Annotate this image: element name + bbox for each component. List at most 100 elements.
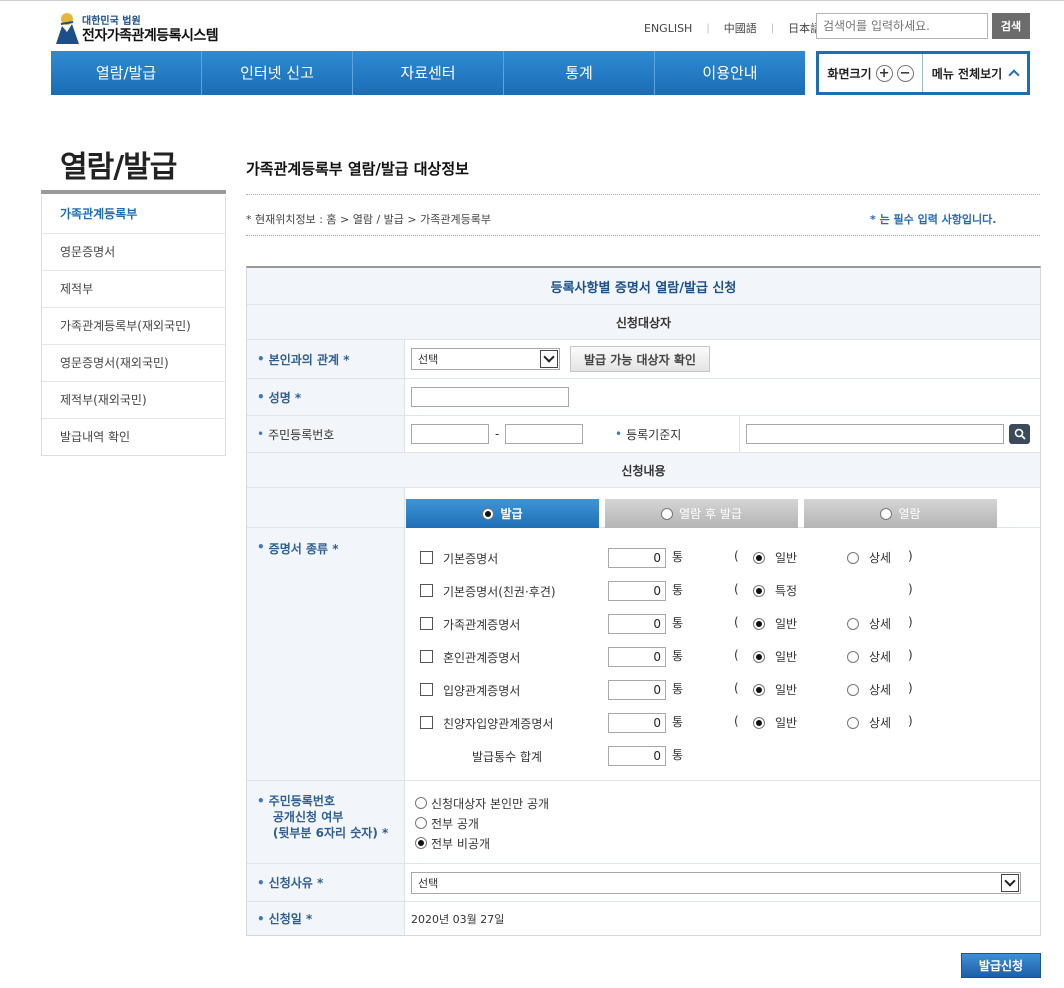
check-target-button[interactable]: 발급 가능 대상자 확인: [570, 346, 710, 372]
option-detail[interactable]: 상세: [847, 648, 891, 665]
sidebar-item-english-cert[interactable]: 영문증명서: [42, 233, 225, 270]
language-links: ENGLISH | 中國語 | 日本語: [630, 20, 835, 36]
relation-row: • 본인과의 관계 * 선택 발급 가능 대상자 확인: [247, 339, 1040, 378]
option-general[interactable]: 일반: [753, 648, 797, 665]
sidebar-item-removed-register-overseas[interactable]: 제적부(재외국민): [42, 381, 225, 418]
cert-checkbox[interactable]: [420, 683, 433, 696]
rrn-disclosure-options: 신청대상자 본인만 공개 전부 공개 전부 비공개: [405, 781, 1040, 863]
cert-item: 혼인관계증명서 0 통 ( 일반 상세 ): [405, 645, 1042, 667]
cert-checkbox[interactable]: [420, 551, 433, 564]
reason-row: • 신청사유 * 선택: [247, 863, 1040, 901]
sidebar-item-family-register[interactable]: 가족관계등록부: [42, 196, 225, 233]
rrn-option-self-only[interactable]: 신청대상자 본인만 공개: [415, 793, 1040, 813]
option-detail[interactable]: 상세: [847, 549, 891, 566]
relation-select[interactable]: 선택: [411, 348, 560, 370]
cert-checkbox[interactable]: [420, 650, 433, 663]
tab-view[interactable]: 열람: [804, 499, 997, 528]
lang-english[interactable]: ENGLISH: [630, 22, 706, 35]
cert-item: 친양자입양관계증명서 0 통 ( 일반 상세 ): [405, 711, 1042, 733]
name-input[interactable]: [411, 387, 569, 407]
lang-chinese[interactable]: 中國語: [710, 20, 771, 36]
option-detail[interactable]: 상세: [847, 615, 891, 632]
rrn-option-all-private[interactable]: 전부 비공개: [415, 833, 1040, 853]
name-label: • 성명 *: [247, 379, 405, 415]
tab-issue[interactable]: 발급: [406, 499, 599, 528]
option-general[interactable]: 일반: [753, 714, 797, 731]
relation-label: • 본인과의 관계 *: [247, 340, 405, 378]
submit-button[interactable]: 발급신청: [961, 953, 1041, 978]
search-input[interactable]: [816, 13, 988, 39]
menu-all-label: 메뉴 전체보기: [931, 66, 1003, 81]
content-heading: 신청내용: [247, 452, 1040, 487]
rrn-disclosure-row: • 주민등록번호 공개신청 여부 (뒷부분 6자리 숫자) * 신청대상자 본인…: [247, 780, 1040, 863]
cert-checkbox[interactable]: [420, 584, 433, 597]
cert-total-row: 발급통수 합계 0 통: [472, 746, 684, 766]
radio-icon: [482, 507, 495, 520]
search-button[interactable]: 검색: [992, 13, 1030, 39]
top-border: [0, 0, 1064, 1]
cert-item: 기본증명서 0 통 ( 일반 상세 ): [405, 546, 1042, 568]
rrn-back-input[interactable]: [505, 424, 584, 444]
search-icon[interactable]: [1009, 424, 1030, 444]
nav-internet-report[interactable]: 인터넷 신고: [202, 51, 353, 95]
zoom-in-icon[interactable]: +: [875, 64, 893, 82]
cert-checkbox[interactable]: [420, 617, 433, 630]
nav-guide[interactable]: 이용안내: [655, 51, 805, 95]
header-tools: 화면크기 + − 메뉴 전체보기: [816, 51, 1030, 95]
cert-checkbox[interactable]: [420, 716, 433, 729]
target-heading: 신청대상자: [247, 304, 1040, 339]
breadcrumb: * 현재위치정보 : 홈 > 열람 / 발급 > 가족관계등록부: [246, 213, 491, 226]
cert-item: 가족관계증명서 0 통 ( 일반 상세 ): [405, 612, 1042, 634]
cert-count-input[interactable]: 0: [608, 548, 666, 568]
base-addr-input[interactable]: [746, 424, 1004, 444]
rrn-option-all-public[interactable]: 전부 공개: [415, 813, 1040, 833]
sidebar-item-family-register-overseas[interactable]: 가족관계등록부(재외국민): [42, 307, 225, 344]
sidebar-item-removed-register[interactable]: 제적부: [42, 270, 225, 307]
total-count: 0: [608, 746, 666, 766]
tab-view-then-issue[interactable]: 열람 후 발급: [605, 499, 798, 528]
sidebar-menu: 가족관계등록부 영문증명서 제적부 가족관계등록부(재외국민) 영문증명서(재외…: [41, 196, 226, 456]
cert-item: 기본증명서(친권·후견) 0 통 ( 특정 ): [405, 579, 1042, 601]
sidebar-item-issue-history[interactable]: 발급내역 확인: [42, 418, 225, 455]
chevron-up-icon: [1008, 69, 1020, 81]
option-general[interactable]: 일반: [753, 615, 797, 632]
option-general[interactable]: 일반: [753, 681, 797, 698]
rrn-dash: -: [495, 427, 500, 441]
page-title: 가족관계등록부 열람/발급 대상정보: [246, 160, 469, 178]
nav-data-center[interactable]: 자료센터: [353, 51, 504, 95]
total-label: 발급통수 합계: [472, 750, 543, 764]
rrn-label: • 주민등록번호: [247, 416, 405, 452]
date-label: • 신청일 *: [247, 902, 405, 935]
cert-count-input[interactable]: 0: [608, 581, 666, 601]
nav-view-issue[interactable]: 열람/발급: [51, 51, 202, 95]
date-row: • 신청일 * 2020년 03월 27일: [247, 901, 1040, 935]
cert-count-input[interactable]: 0: [608, 713, 666, 733]
zoom-out-icon[interactable]: −: [896, 64, 914, 82]
sidebar-title-bar: [41, 190, 226, 194]
cert-count-input[interactable]: 0: [608, 614, 666, 634]
rrn-disclosure-label: • 주민등록번호 공개신청 여부 (뒷부분 6자리 숫자) *: [247, 781, 405, 863]
sidebar-item-english-cert-overseas[interactable]: 영문증명서(재외국민): [42, 344, 225, 381]
nav-statistics[interactable]: 통계: [504, 51, 655, 95]
cert-count-input[interactable]: 0: [608, 680, 666, 700]
option-detail[interactable]: 상세: [847, 714, 891, 731]
issue-type-tabs-row: 발급 열람 후 발급 열람: [247, 487, 1040, 528]
base-addr-label: • 등록기준지: [605, 416, 740, 452]
divider: [246, 235, 1040, 236]
sidebar-title: 열람/발급: [60, 150, 177, 185]
cert-count-input[interactable]: 0: [608, 647, 666, 667]
rrn-front-input[interactable]: [411, 424, 489, 444]
divider: [246, 194, 1040, 195]
reason-label: • 신청사유 *: [247, 864, 405, 901]
cert-list: 기본증명서 0 통 ( 일반 상세 ) 기본증명서(친권·후견) 0 통 ( 특…: [405, 528, 1040, 780]
logo-title: 전자가족관계등록시스템: [82, 28, 219, 44]
reason-select[interactable]: 선택: [411, 871, 1021, 894]
option-detail[interactable]: 상세: [847, 681, 891, 698]
site-logo[interactable]: 대한민국 법원 전자가족관계등록시스템: [52, 8, 252, 48]
option-general[interactable]: 일반: [753, 549, 797, 566]
chevron-down-icon: [1001, 873, 1019, 892]
main-navigation: 열람/발급 인터넷 신고 자료센터 통계 이용안내: [51, 51, 805, 95]
option-special[interactable]: 특정: [753, 582, 797, 599]
application-form: 등록사항별 증명서 열람/발급 신청 신청대상자 • 본인과의 관계 * 선택 발…: [246, 266, 1041, 936]
menu-all-button[interactable]: 메뉴 전체보기: [923, 54, 1027, 92]
